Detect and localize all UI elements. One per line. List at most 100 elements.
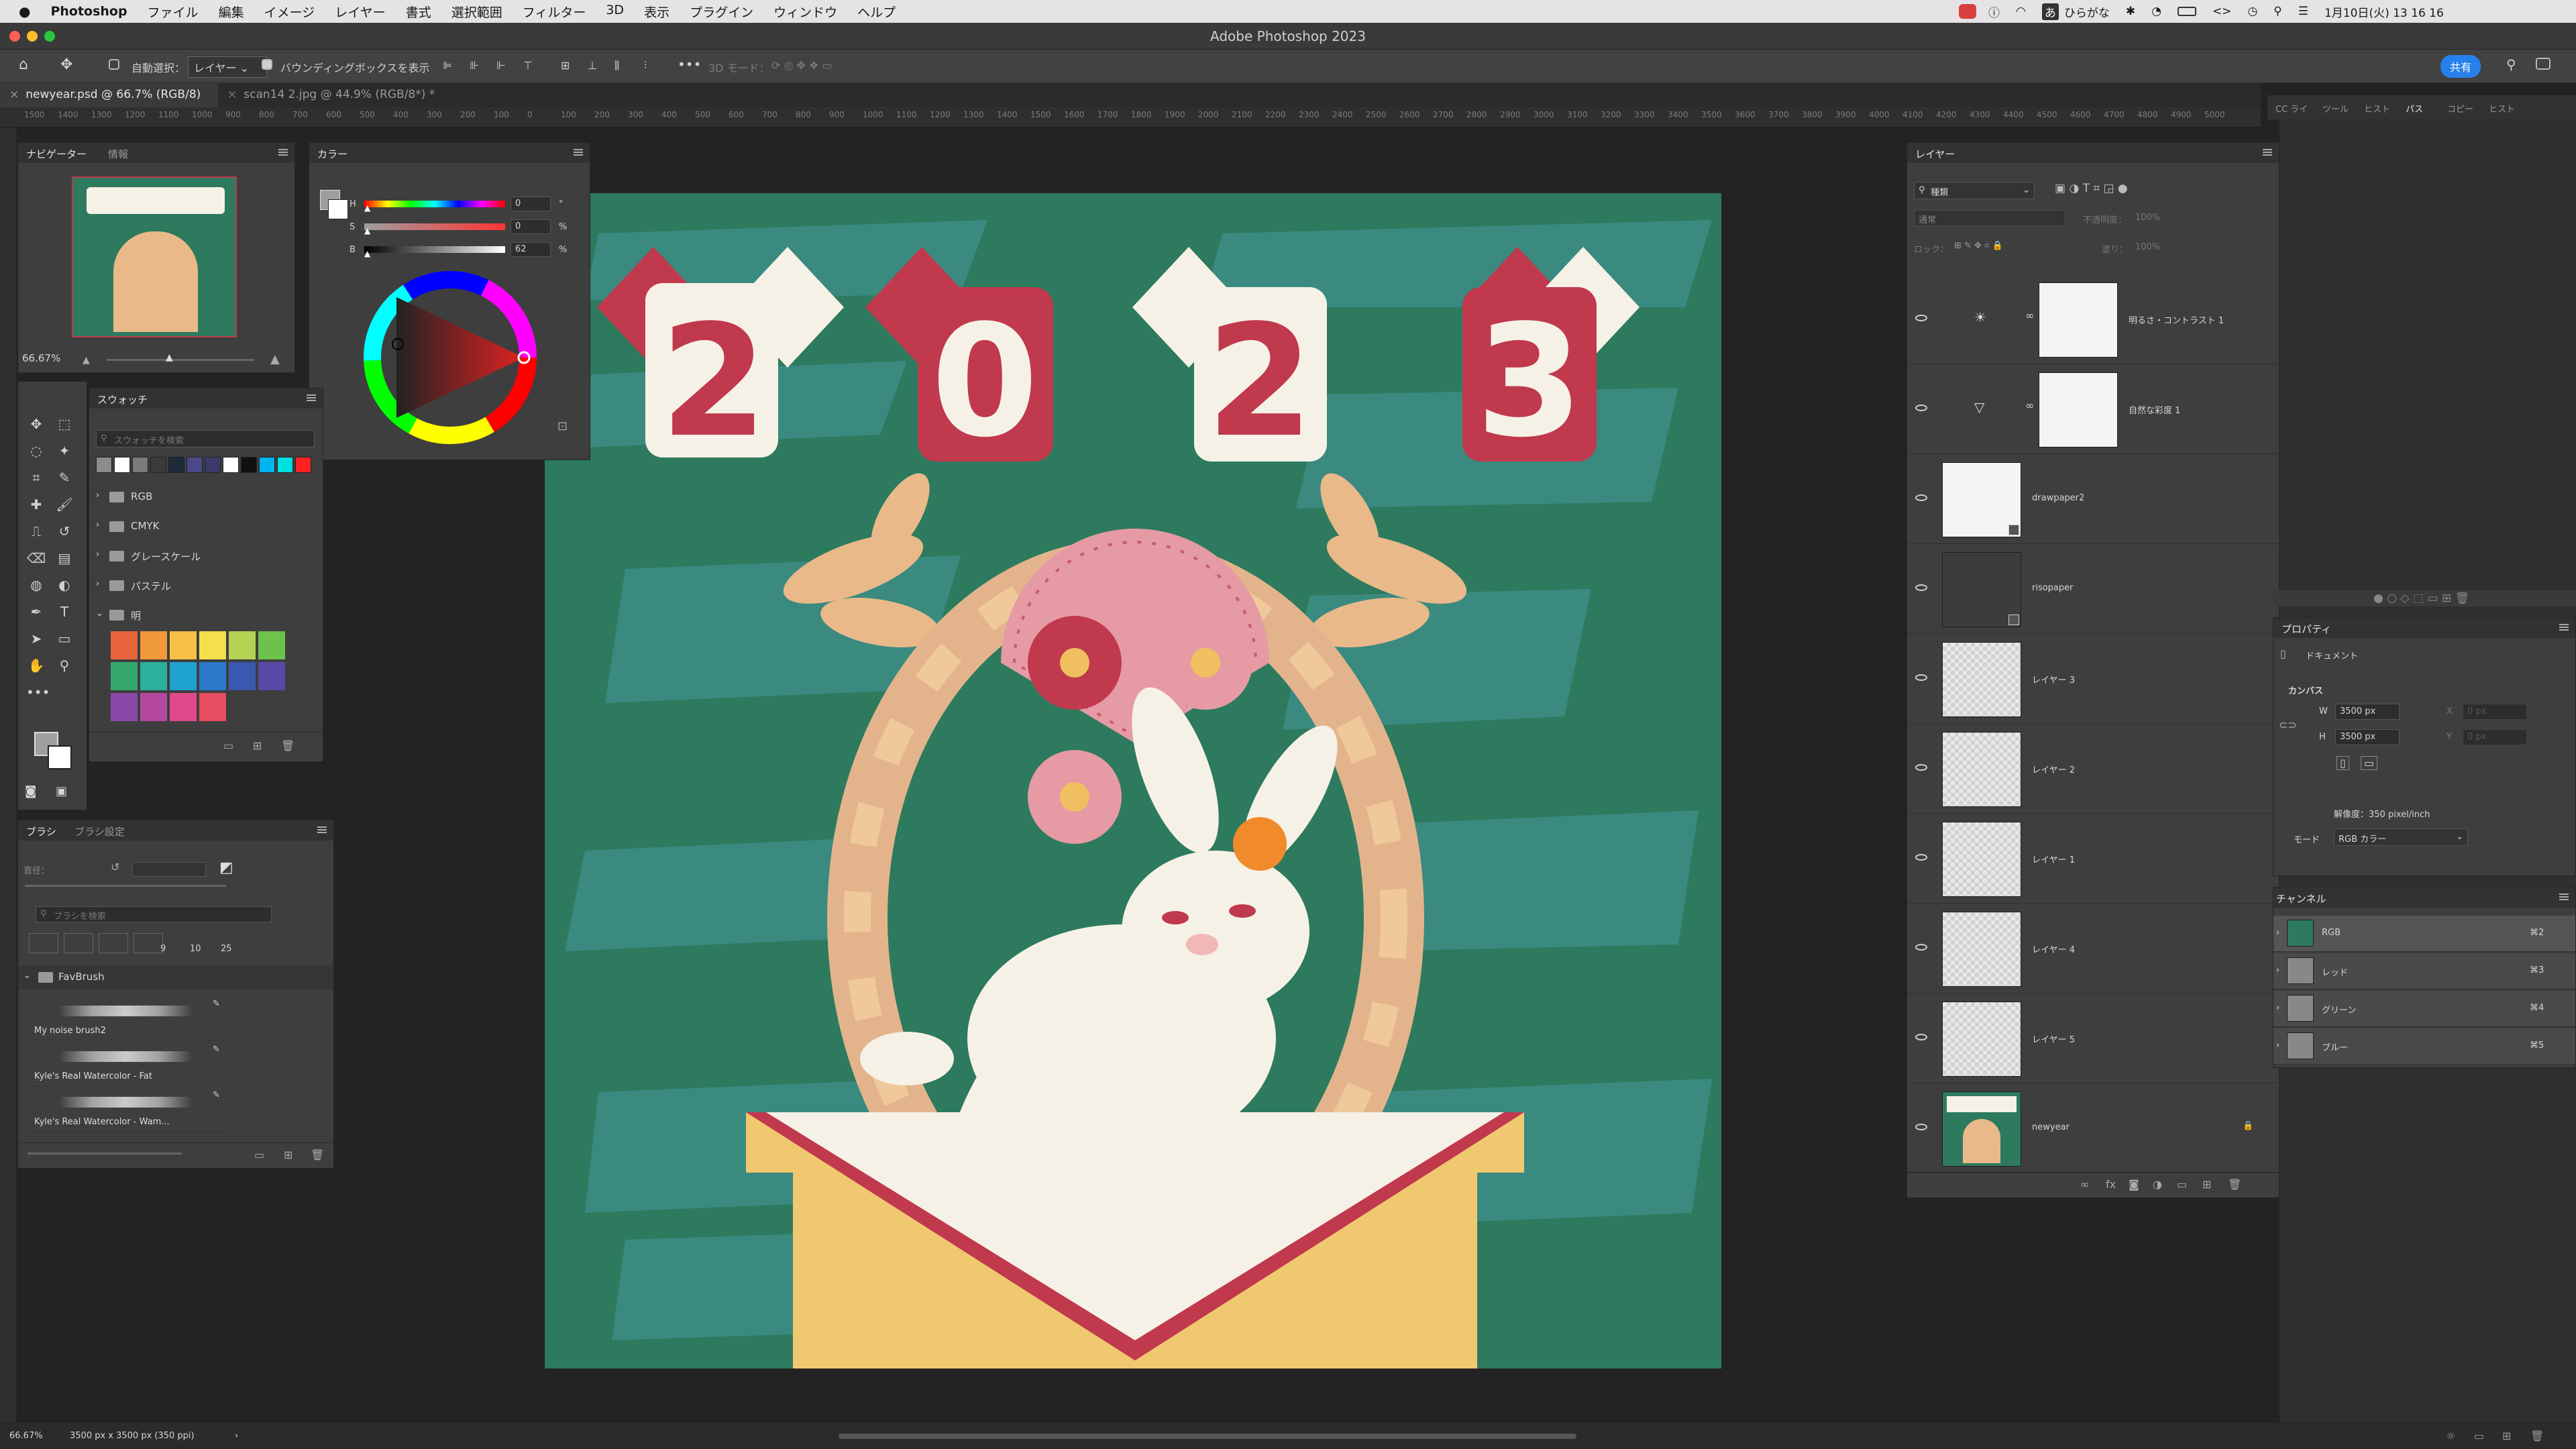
eraser-tool-icon[interactable]: ⌫ [26, 548, 46, 568]
visibility-eye-icon[interactable] [1915, 405, 1927, 411]
slider-thumb-icon[interactable]: ▲ [364, 203, 370, 213]
filter-icons[interactable]: ▣ ◑ T ⌗ ◲ ● [2055, 182, 2128, 195]
background-color-chip[interactable] [48, 745, 72, 769]
menu-item[interactable]: 3D [606, 3, 624, 21]
fx-icon[interactable]: fx [2106, 1178, 2116, 1191]
clock-icon[interactable]: ◷ [2247, 5, 2257, 18]
layer-row[interactable]: risopaper [1907, 544, 2279, 634]
spotlight-search-icon[interactable]: ⚲ [2273, 5, 2282, 18]
visibility-eye-icon[interactable] [1915, 764, 1927, 771]
swatch-color[interactable] [140, 693, 167, 721]
panel-menu-icon[interactable] [2559, 624, 2569, 631]
swatch-group[interactable]: › CMYK [89, 513, 323, 540]
layer-row[interactable]: ▽ ∞ 自然な彩度 1 [1907, 364, 2279, 454]
tab-brush-settings[interactable]: ブラシ設定 [74, 824, 125, 839]
layer-row[interactable]: レイヤー 3 [1907, 634, 2279, 724]
horizontal-ruler[interactable]: 1500 1400 1300 1200 1100 1000 900 800 700 600 500 4… [0, 107, 2261, 127]
brush-preset[interactable] [64, 933, 93, 953]
swatch-color[interactable] [277, 457, 293, 473]
layer-row[interactable]: drawpaper2 [1907, 454, 2279, 544]
canvas-artwork[interactable]: 2 0 2 3 [545, 193, 1721, 1368]
menu-item[interactable]: 選択範囲 [451, 3, 502, 21]
zoom-tool-icon[interactable]: ⚲ [54, 655, 74, 676]
swatch-color[interactable] [170, 631, 197, 659]
crop-tool-icon[interactable]: ⌗ [26, 468, 46, 488]
swatch-search-input[interactable]: ⚲ スウォッチを検索 [96, 430, 315, 447]
dock-icon[interactable]: ▭ [2474, 1430, 2484, 1442]
swatch-color[interactable] [295, 457, 311, 473]
spot-healing-tool-icon[interactable]: ✚ [26, 494, 46, 515]
brush-tool-icon[interactable]: 🖌 [54, 494, 74, 515]
visibility-eye-icon[interactable]: › [2276, 1003, 2279, 1013]
creative-cloud-icon[interactable] [1959, 4, 1976, 19]
battery-icon[interactable] [2177, 7, 2196, 16]
slider-thumb-icon[interactable]: ▲ [364, 249, 370, 258]
panel-menu-icon[interactable] [317, 826, 327, 833]
swatch-color[interactable] [140, 662, 167, 690]
layer-row[interactable]: レイヤー 2 [1907, 724, 2279, 814]
right-dock-tab[interactable]: ヒスト [2364, 102, 2390, 115]
align-top-icon[interactable]: ⊤ [523, 59, 533, 72]
lock-icons[interactable]: ⊞ ✎ ✥ ⌗ 🔒 [1954, 241, 2003, 251]
delete-icon[interactable]: 🗑 [281, 739, 294, 752]
marquee-tool-icon[interactable]: ⬚ [54, 414, 74, 434]
swatch-color[interactable] [186, 457, 203, 473]
bounding-box-checkbox[interactable] [262, 59, 272, 70]
swatch-color[interactable] [111, 631, 138, 659]
menu-item[interactable]: イメージ [264, 3, 315, 21]
channel-value-input[interactable]: 0 [511, 197, 551, 211]
more-tool-icon[interactable]: ••• [26, 682, 50, 702]
visibility-eye-icon[interactable]: › [2276, 1040, 2279, 1051]
visibility-eye-icon[interactable] [1915, 494, 1927, 501]
pen-tool-icon[interactable]: ✒ [26, 602, 46, 622]
brush-preset-size[interactable]: 25 [221, 944, 232, 954]
quick-mask-icon[interactable]: ◙ [25, 784, 36, 798]
more-options-icon[interactable]: ••• [678, 56, 701, 72]
edit-brush-icon[interactable]: ✎ [213, 999, 220, 1009]
swatch-color[interactable] [114, 457, 130, 473]
move-tool-icon[interactable]: ✥ [26, 414, 46, 434]
align-left-icon[interactable]: ⊫ [443, 59, 452, 72]
brush-size-input[interactable] [132, 862, 206, 877]
zoom-out-icon[interactable]: ▲ [83, 355, 90, 366]
zoom-slider[interactable] [107, 359, 254, 361]
code-icon[interactable]: <> [2212, 5, 2232, 18]
brush-search-input[interactable]: ⚲ ブラシを検索 [36, 906, 272, 922]
workspace-icon[interactable] [2536, 58, 2551, 70]
status-zoom[interactable]: 66.67% [9, 1431, 43, 1441]
swatch-color[interactable] [258, 662, 285, 690]
background-color-swatch[interactable] [328, 199, 348, 219]
swatch-color[interactable] [150, 457, 166, 473]
new-brush-icon[interactable]: ⊞ [284, 1148, 292, 1161]
channel-value-input[interactable]: 62 [511, 242, 551, 257]
channel-row[interactable]: › レッド ⌘3 [2273, 953, 2575, 989]
brush-preset-size[interactable]: 9 [160, 944, 166, 954]
zoom-in-icon[interactable]: ▲ [270, 352, 280, 366]
swatch-color[interactable] [241, 457, 257, 473]
adjustment-layer-icon[interactable]: ◑ [2153, 1178, 2162, 1191]
magic-wand-tool-icon[interactable]: ✦ [54, 441, 74, 461]
panel-menu-icon[interactable] [574, 149, 583, 156]
dodge-tool-icon[interactable]: ◐ [54, 575, 74, 595]
reset-icon[interactable]: ↺ [111, 861, 119, 873]
swatch-color[interactable] [111, 693, 138, 721]
navigator-zoom[interactable]: 66.67% [22, 352, 60, 364]
input-mode-label[interactable]: ひらがな [2064, 3, 2110, 20]
swatch-color[interactable] [229, 662, 256, 690]
screen-mode-icon[interactable]: ▣ [56, 784, 67, 798]
navigator-preview[interactable] [72, 176, 237, 337]
layer-row[interactable]: ☀ ∞ 明るさ・コントラスト 1 [1907, 274, 2279, 364]
doc-tab-newyear[interactable]: × newyear.psd @ 66.7% (RGB/8) [0, 83, 218, 107]
horizontal-scrollbar[interactable] [839, 1434, 1576, 1439]
menu-item[interactable]: 編集 [219, 3, 244, 21]
status-arrow-icon[interactable]: › [235, 1431, 238, 1441]
tab-brushes[interactable]: ブラシ [26, 824, 56, 839]
menu-item[interactable]: レイヤー [335, 3, 385, 21]
right-dock-tab[interactable]: CC ライ [2275, 102, 2308, 115]
visibility-eye-icon[interactable]: › [2276, 928, 2279, 938]
swatch-color[interactable] [229, 631, 256, 659]
x-input[interactable]: 0 px [2467, 706, 2486, 716]
swatch-color[interactable] [111, 662, 138, 690]
right-dock-tab[interactable]: ヒスト [2489, 102, 2515, 115]
fill-value[interactable]: 100% [2135, 242, 2160, 252]
